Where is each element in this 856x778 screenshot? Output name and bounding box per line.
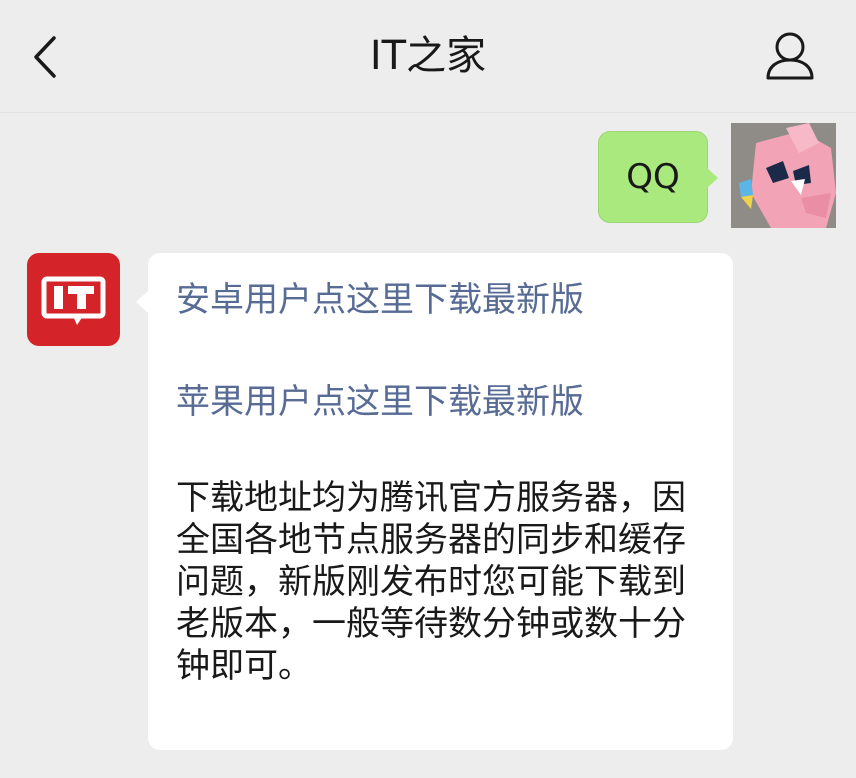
android-download-link[interactable]: 安卓用户点这里下载最新版 [176,275,733,325]
received-message-bubble: 安卓用户点这里下载最新版 苹果用户点这里下载最新版 下载地址均为腾讯官方服务器，… [136,253,733,750]
my-avatar[interactable] [731,123,836,228]
person-icon [766,32,814,80]
chat-header: IT之家 [0,0,856,113]
avatar-image [731,123,836,228]
apple-download-link[interactable]: 苹果用户点这里下载最新版 [176,377,733,427]
it-home-logo-icon [41,276,106,325]
sent-message-bubble[interactable]: QQ [598,131,718,223]
it-home-avatar[interactable] [27,253,120,346]
chat-title: IT之家 [369,33,487,79]
download-notice-text: 下载地址均为腾讯官方服务器，因全国各地节点服务器的同步和缓存问题，新版刚发布时您… [176,478,686,686]
chat-info-button[interactable] [760,30,820,84]
